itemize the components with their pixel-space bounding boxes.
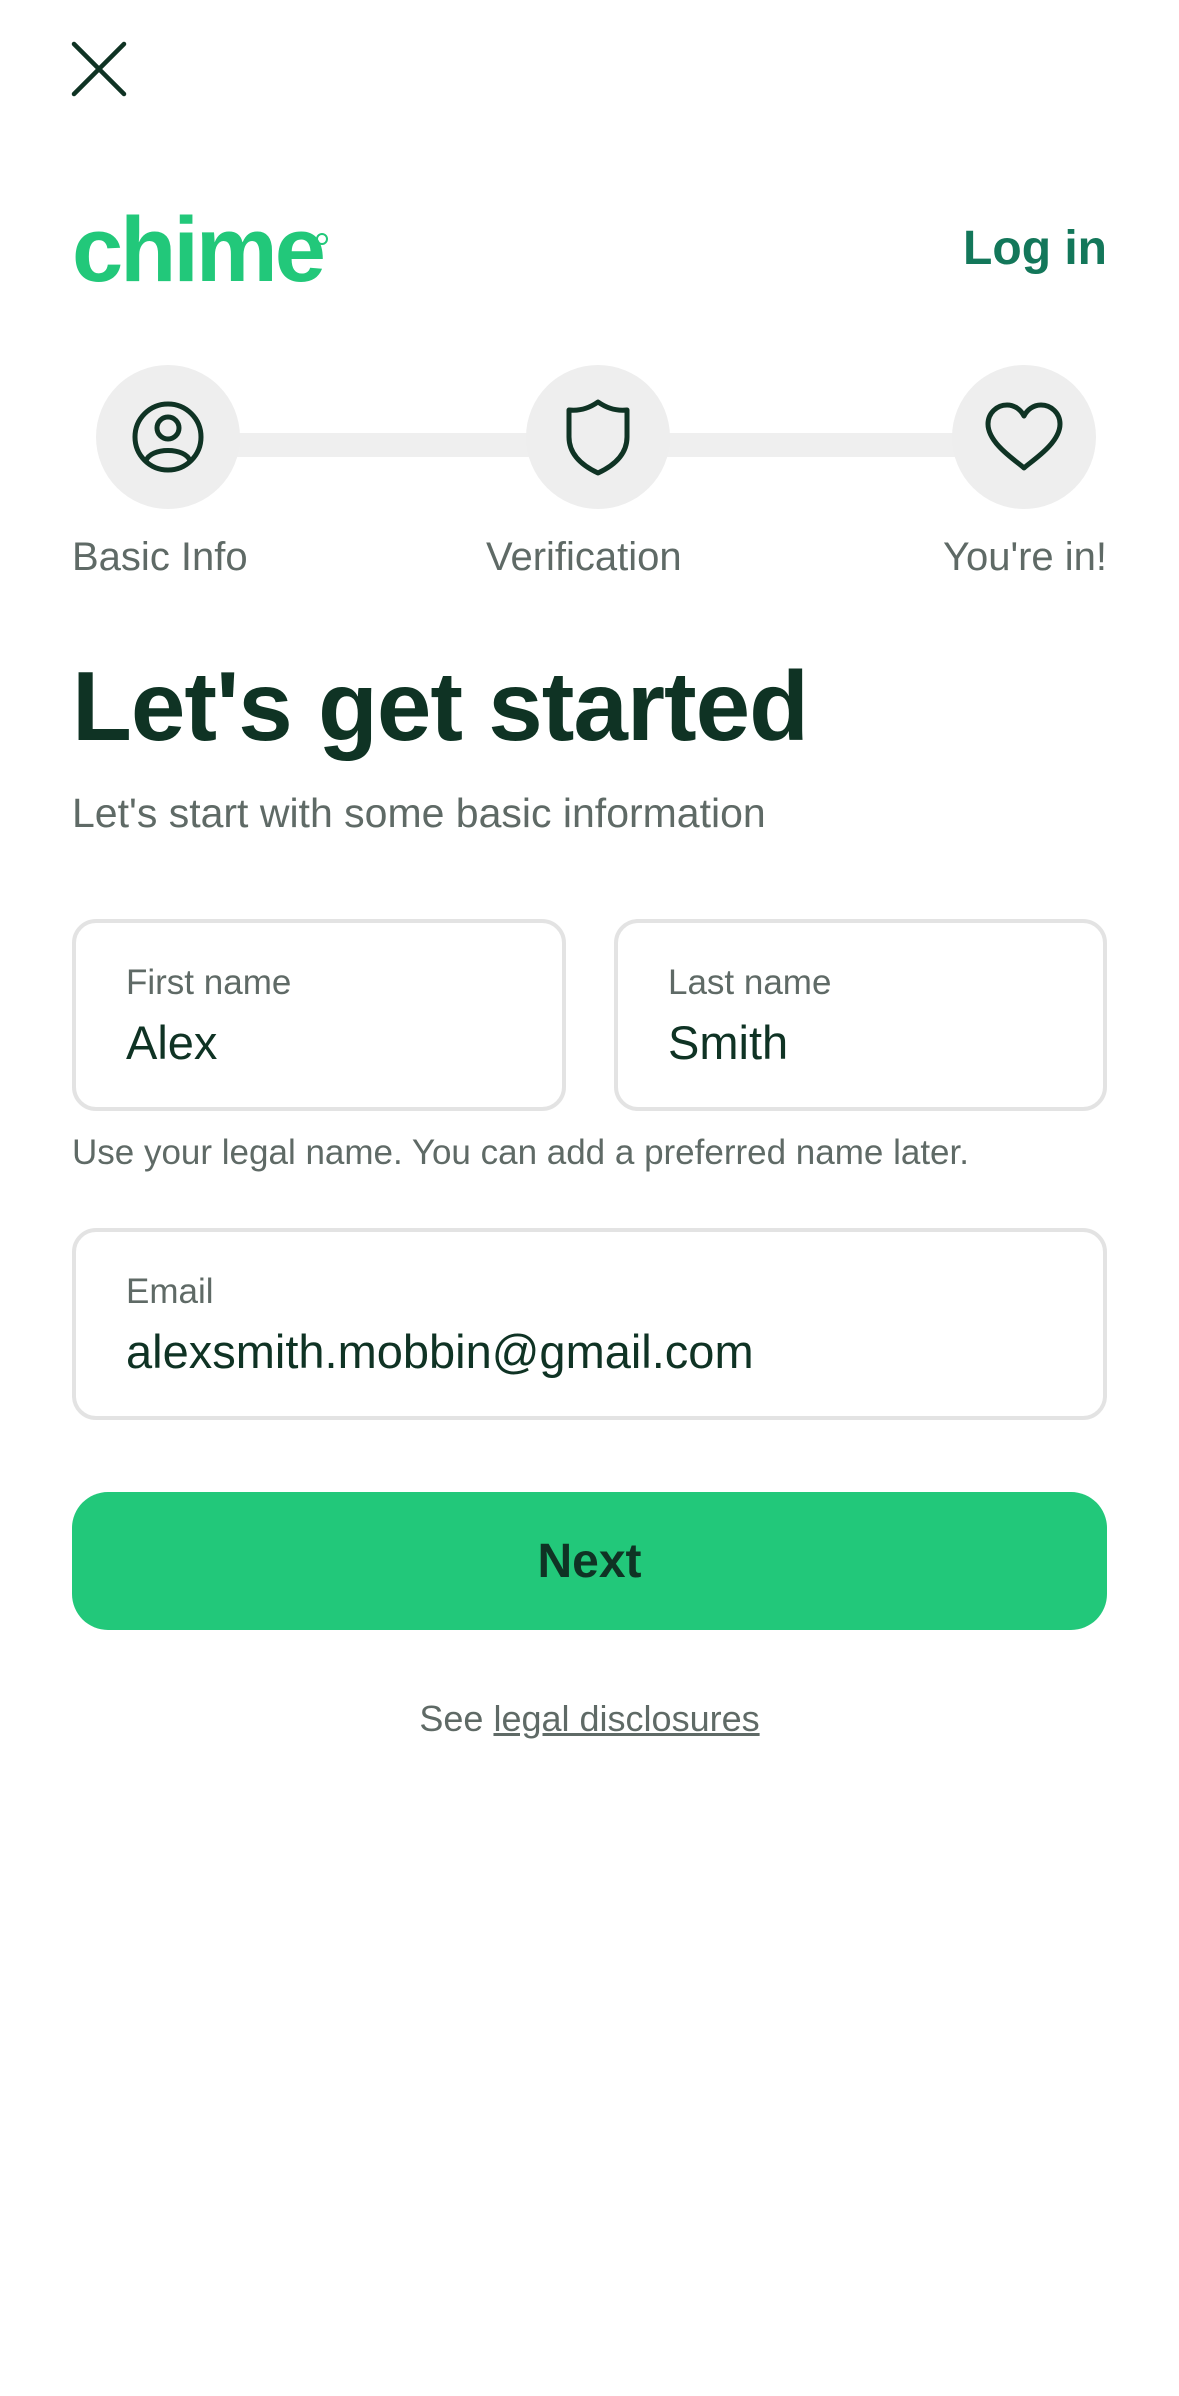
heart-icon — [985, 402, 1063, 471]
last-name-field[interactable]: Last name — [614, 919, 1107, 1111]
name-helper-text: Use your legal name. You can add a prefe… — [72, 1133, 969, 1172]
first-name-field[interactable]: First name — [72, 919, 566, 1111]
chime-logo: chime — [72, 205, 328, 295]
step-label-verification: Verification — [486, 535, 682, 579]
header: chime Log in — [72, 205, 1107, 295]
step-verification — [526, 365, 670, 509]
email-field[interactable]: Email — [72, 1228, 1107, 1420]
next-button[interactable]: Next — [72, 1492, 1107, 1630]
close-button[interactable] — [66, 36, 132, 102]
progress-stepper: Basic Info Verification You're in! — [72, 365, 1107, 595]
user-circle-icon — [132, 401, 204, 473]
login-link[interactable]: Log in — [963, 221, 1107, 276]
legal-disclosures-link[interactable]: legal disclosures — [493, 1698, 759, 1739]
shield-icon — [566, 399, 630, 476]
legal-disclosure-text: See legal disclosures — [72, 1698, 1107, 1740]
first-name-label: First name — [126, 963, 292, 1002]
step-basic-info — [96, 365, 240, 509]
step-youre-in — [952, 365, 1096, 509]
close-icon — [71, 41, 127, 97]
step-label-youre-in: You're in! — [942, 535, 1107, 579]
page-subtitle: Let's start with some basic information — [72, 790, 766, 836]
disclosure-prefix: See — [419, 1698, 484, 1739]
first-name-input[interactable] — [126, 1015, 532, 1070]
svg-text:chime: chime — [72, 205, 324, 295]
email-input[interactable] — [126, 1324, 1073, 1379]
page-title: Let's get started — [72, 651, 809, 761]
last-name-label: Last name — [668, 963, 832, 1002]
last-name-input[interactable] — [668, 1015, 1073, 1070]
email-label: Email — [126, 1272, 214, 1311]
step-label-basic-info: Basic Info — [72, 535, 248, 579]
